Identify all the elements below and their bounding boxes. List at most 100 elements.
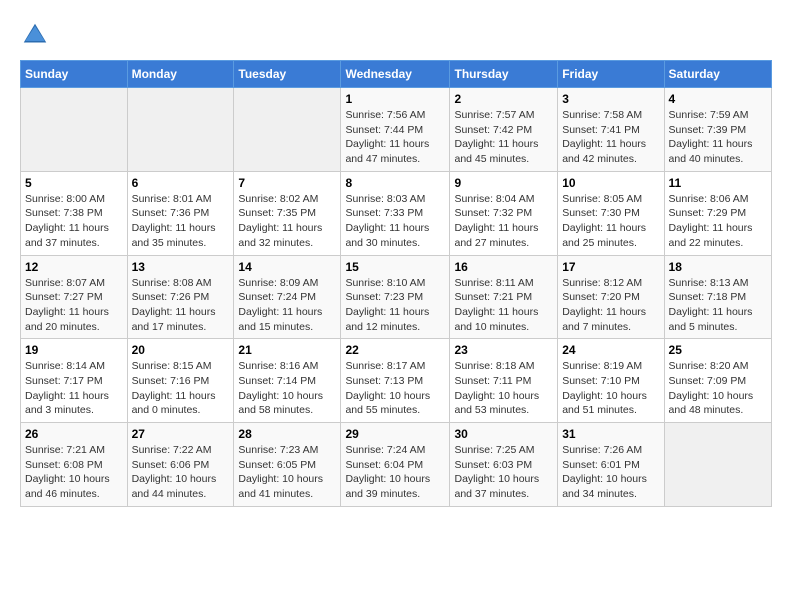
page-header — [20, 20, 772, 50]
weekday-header-monday: Monday — [127, 61, 234, 88]
day-info: Sunrise: 8:01 AM Sunset: 7:36 PM Dayligh… — [132, 192, 230, 251]
day-number: 12 — [25, 260, 123, 274]
day-number: 4 — [669, 92, 767, 106]
calendar-cell: 15Sunrise: 8:10 AM Sunset: 7:23 PM Dayli… — [341, 255, 450, 339]
day-number: 3 — [562, 92, 659, 106]
calendar-cell: 27 Sunrise: 7:22 AM Sunset: 6:06 PM Dayli… — [127, 423, 234, 507]
day-number: 23 — [454, 343, 553, 357]
day-number: 8 — [345, 176, 445, 190]
weekday-header-row: SundayMondayTuesdayWednesdayThursdayFrid… — [21, 61, 772, 88]
day-number: 26 — [25, 427, 123, 441]
weekday-header-wednesday: Wednesday — [341, 61, 450, 88]
day-info: Sunrise: 8:14 AM Sunset: 7:17 PM Dayligh… — [25, 359, 123, 418]
calendar-table: SundayMondayTuesdayWednesdayThursdayFrid… — [20, 60, 772, 507]
day-number: 28 — [238, 427, 336, 441]
day-info: Sunrise: 8:05 AM Sunset: 7:30 PM Dayligh… — [562, 192, 659, 251]
calendar-cell: 12 Sunrise: 8:07 AM Sunset: 7:27 PM Dayli… — [21, 255, 128, 339]
day-number: 6 — [132, 176, 230, 190]
calendar-cell: 6 Sunrise: 8:01 AM Sunset: 7:36 PM Daylig… — [127, 171, 234, 255]
day-number: 7 — [238, 176, 336, 190]
calendar-cell: 11 Sunrise: 8:06 AM Sunset: 7:29 PM Dayli… — [664, 171, 771, 255]
day-number: 20 — [132, 343, 230, 357]
day-number: 27 — [132, 427, 230, 441]
week-row-3: 12 Sunrise: 8:07 AM Sunset: 7:27 PM Dayli… — [21, 255, 772, 339]
logo — [20, 20, 54, 50]
calendar-cell: 14 Sunrise: 8:09 AM Sunset: 7:24 PM Dayli… — [234, 255, 341, 339]
weekday-header-sunday: Sunday — [21, 61, 128, 88]
calendar-cell: 4 Sunrise: 7:59 AM Sunset: 7:39 PM Daylig… — [664, 88, 771, 172]
day-number: 13 — [132, 260, 230, 274]
day-number: 5 — [25, 176, 123, 190]
calendar-cell: 20Sunrise: 8:15 AM Sunset: 7:16 PM Dayli… — [127, 339, 234, 423]
calendar-cell: 21Sunrise: 8:16 AM Sunset: 7:14 PM Dayli… — [234, 339, 341, 423]
calendar-cell — [664, 423, 771, 507]
calendar-cell: 22 Sunrise: 8:17 AM Sunset: 7:13 PM Dayli… — [341, 339, 450, 423]
calendar-cell: 30 Sunrise: 7:25 AM Sunset: 6:03 PM Dayli… — [450, 423, 558, 507]
weekday-header-thursday: Thursday — [450, 61, 558, 88]
calendar-cell: 5 Sunrise: 8:00 AM Sunset: 7:38 PM Daylig… — [21, 171, 128, 255]
calendar-cell: 29 Sunrise: 7:24 AM Sunset: 6:04 PM Dayli… — [341, 423, 450, 507]
calendar-cell: 18Sunrise: 8:13 AM Sunset: 7:18 PM Dayli… — [664, 255, 771, 339]
calendar-cell: 3 Sunrise: 7:58 AM Sunset: 7:41 PM Daylig… — [558, 88, 664, 172]
day-info: Sunrise: 8:16 AM Sunset: 7:14 PM Dayligh… — [238, 359, 336, 418]
calendar-cell: 8 Sunrise: 8:03 AM Sunset: 7:33 PM Daylig… — [341, 171, 450, 255]
day-info: Sunrise: 8:04 AM Sunset: 7:32 PM Dayligh… — [454, 192, 553, 251]
week-row-1: 1 Sunrise: 7:56 AM Sunset: 7:44 PM Daylig… — [21, 88, 772, 172]
day-number: 22 — [345, 343, 445, 357]
day-info: Sunrise: 7:56 AM Sunset: 7:44 PM Dayligh… — [345, 108, 445, 167]
day-info: Sunrise: 8:17 AM Sunset: 7:13 PM Dayligh… — [345, 359, 445, 418]
day-info: Sunrise: 8:13 AM Sunset: 7:18 PM Dayligh… — [669, 276, 767, 335]
day-info: Sunrise: 8:03 AM Sunset: 7:33 PM Dayligh… — [345, 192, 445, 251]
calendar-cell: 26 Sunrise: 7:21 AM Sunset: 6:08 PM Dayli… — [21, 423, 128, 507]
day-number: 14 — [238, 260, 336, 274]
day-info: Sunrise: 7:57 AM Sunset: 7:42 PM Dayligh… — [454, 108, 553, 167]
calendar-cell: 13 Sunrise: 8:08 AM Sunset: 7:26 PM Dayli… — [127, 255, 234, 339]
day-number: 10 — [562, 176, 659, 190]
day-number: 25 — [669, 343, 767, 357]
calendar-cell: 17Sunrise: 8:12 AM Sunset: 7:20 PM Dayli… — [558, 255, 664, 339]
calendar-cell — [21, 88, 128, 172]
day-number: 30 — [454, 427, 553, 441]
day-number: 19 — [25, 343, 123, 357]
day-info: Sunrise: 7:22 AM Sunset: 6:06 PM Dayligh… — [132, 443, 230, 502]
week-row-4: 19 Sunrise: 8:14 AM Sunset: 7:17 PM Dayli… — [21, 339, 772, 423]
day-info: Sunrise: 8:06 AM Sunset: 7:29 PM Dayligh… — [669, 192, 767, 251]
day-info: Sunrise: 8:09 AM Sunset: 7:24 PM Dayligh… — [238, 276, 336, 335]
day-number: 17 — [562, 260, 659, 274]
calendar-cell: 16Sunrise: 8:11 AM Sunset: 7:21 PM Dayli… — [450, 255, 558, 339]
day-number: 11 — [669, 176, 767, 190]
calendar-cell: 19 Sunrise: 8:14 AM Sunset: 7:17 PM Dayli… — [21, 339, 128, 423]
day-number: 1 — [345, 92, 445, 106]
day-info: Sunrise: 7:26 AM Sunset: 6:01 PM Dayligh… — [562, 443, 659, 502]
calendar-cell: 31 Sunrise: 7:26 AM Sunset: 6:01 PM Dayli… — [558, 423, 664, 507]
logo-icon — [20, 20, 50, 50]
day-info: Sunrise: 8:08 AM Sunset: 7:26 PM Dayligh… — [132, 276, 230, 335]
day-info: Sunrise: 8:19 AM Sunset: 7:10 PM Dayligh… — [562, 359, 659, 418]
day-info: Sunrise: 8:02 AM Sunset: 7:35 PM Dayligh… — [238, 192, 336, 251]
day-info: Sunrise: 8:11 AM Sunset: 7:21 PM Dayligh… — [454, 276, 553, 335]
calendar-cell — [127, 88, 234, 172]
calendar-cell: 7 Sunrise: 8:02 AM Sunset: 7:35 PM Daylig… — [234, 171, 341, 255]
day-info: Sunrise: 8:00 AM Sunset: 7:38 PM Dayligh… — [25, 192, 123, 251]
day-info: Sunrise: 8:20 AM Sunset: 7:09 PM Dayligh… — [669, 359, 767, 418]
day-info: Sunrise: 7:21 AM Sunset: 6:08 PM Dayligh… — [25, 443, 123, 502]
calendar-cell: 24 Sunrise: 8:19 AM Sunset: 7:10 PM Dayli… — [558, 339, 664, 423]
day-info: Sunrise: 7:24 AM Sunset: 6:04 PM Dayligh… — [345, 443, 445, 502]
calendar-cell: 10 Sunrise: 8:05 AM Sunset: 7:30 PM Dayli… — [558, 171, 664, 255]
day-number: 31 — [562, 427, 659, 441]
calendar-cell: 25 Sunrise: 8:20 AM Sunset: 7:09 PM Dayli… — [664, 339, 771, 423]
weekday-header-tuesday: Tuesday — [234, 61, 341, 88]
day-info: Sunrise: 8:07 AM Sunset: 7:27 PM Dayligh… — [25, 276, 123, 335]
calendar-cell: 2Sunrise: 7:57 AM Sunset: 7:42 PM Daylig… — [450, 88, 558, 172]
day-info: Sunrise: 7:59 AM Sunset: 7:39 PM Dayligh… — [669, 108, 767, 167]
day-number: 29 — [345, 427, 445, 441]
day-info: Sunrise: 7:58 AM Sunset: 7:41 PM Dayligh… — [562, 108, 659, 167]
calendar-cell: 28Sunrise: 7:23 AM Sunset: 6:05 PM Dayli… — [234, 423, 341, 507]
day-number: 24 — [562, 343, 659, 357]
weekday-header-saturday: Saturday — [664, 61, 771, 88]
calendar-cell: 9 Sunrise: 8:04 AM Sunset: 7:32 PM Daylig… — [450, 171, 558, 255]
week-row-5: 26 Sunrise: 7:21 AM Sunset: 6:08 PM Dayli… — [21, 423, 772, 507]
day-info: Sunrise: 7:25 AM Sunset: 6:03 PM Dayligh… — [454, 443, 553, 502]
calendar-cell: 23Sunrise: 8:18 AM Sunset: 7:11 PM Dayli… — [450, 339, 558, 423]
day-number: 9 — [454, 176, 553, 190]
